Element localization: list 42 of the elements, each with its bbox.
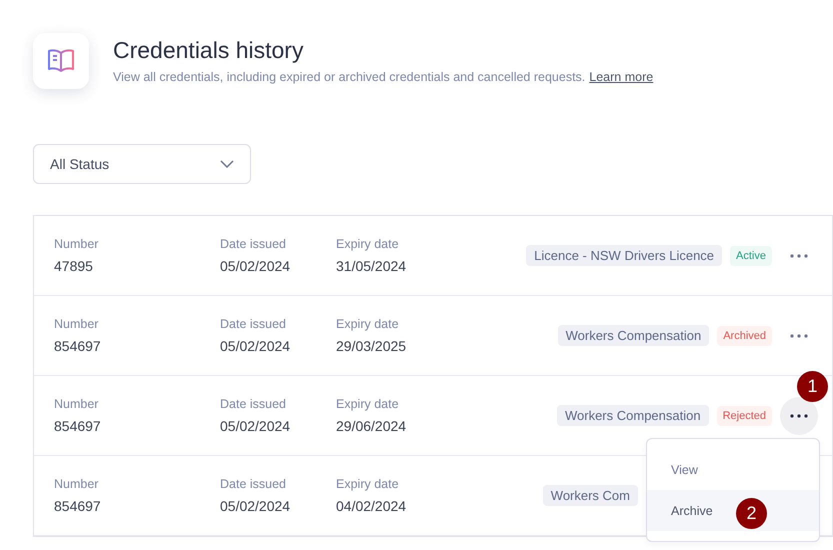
expiry-date: 29/03/2025: [336, 338, 408, 354]
expiry-date: 31/05/2024: [336, 258, 408, 274]
expiry-date: 29/06/2024: [336, 418, 408, 434]
more-icon: [790, 414, 808, 418]
column-label: Date issued: [220, 477, 288, 491]
column-label: Date issued: [220, 237, 288, 251]
column-label: Expiry date: [336, 397, 400, 411]
issued-date: 05/02/2024: [220, 338, 292, 354]
credential-type-tag: Licence - NSW Drivers Licence: [526, 245, 722, 266]
credential-number: 854697: [54, 418, 102, 434]
status-badge: Rejected: [716, 406, 772, 426]
column-label: Expiry date: [336, 477, 400, 491]
status-badge: Archived: [717, 326, 772, 346]
column-label: Date issued: [220, 397, 288, 411]
column-label: Number: [54, 477, 100, 491]
credential-number: 47895: [54, 258, 94, 274]
status-dropdown[interactable]: All Status: [33, 144, 251, 184]
more-icon: [790, 334, 808, 338]
page-description: View all credentials, including expired or archived credentials and cancelled requests. Learn more: [113, 70, 654, 84]
column-label: Date issued: [220, 317, 288, 331]
column-label: Number: [54, 397, 100, 411]
credential-type-tag: Workers Compensation: [558, 325, 710, 346]
column-label: Expiry date: [336, 237, 400, 251]
credential-type-tag: Workers Com: [542, 485, 638, 506]
issued-date: 05/02/2024: [220, 418, 292, 434]
more-icon: [790, 254, 808, 258]
more-button[interactable]: [780, 396, 818, 434]
status-badge: Active: [730, 246, 772, 266]
issued-date: 05/02/2024: [220, 258, 292, 274]
column-label: Number: [54, 237, 100, 251]
credential-number: 854697: [54, 338, 102, 354]
chevron-down-icon: [220, 160, 234, 168]
book-icon: [47, 48, 75, 74]
credential-type-tag: Workers Compensation: [556, 405, 709, 426]
expiry-date: 04/02/2024: [336, 498, 408, 514]
credential-number: 854697: [54, 498, 102, 514]
learn-more-link[interactable]: Learn more: [589, 70, 654, 84]
column-label: Expiry date: [336, 317, 400, 331]
issued-date: 05/02/2024: [220, 498, 292, 514]
menu-item[interactable]: View: [647, 449, 819, 490]
page-title: Credentials history: [113, 37, 304, 64]
column-label: Number: [54, 317, 100, 331]
